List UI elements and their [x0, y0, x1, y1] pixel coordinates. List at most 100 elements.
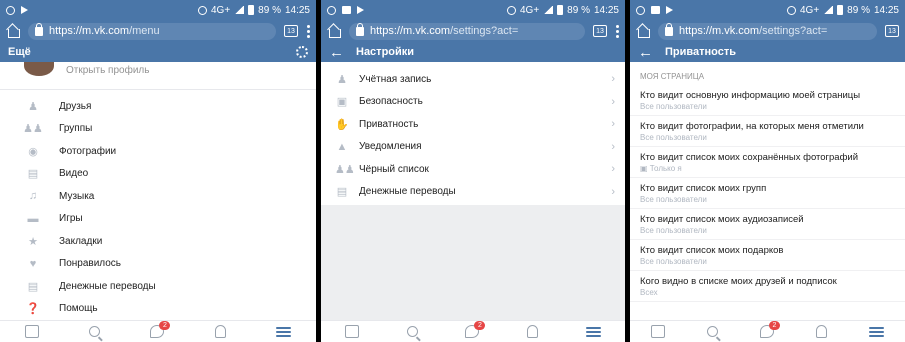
settings-item-notifications[interactable]: ▲ Уведомления ›: [321, 136, 625, 159]
home-icon[interactable]: [327, 24, 341, 38]
more-icon[interactable]: [615, 24, 619, 38]
news-icon[interactable]: [25, 325, 40, 338]
privacy-value: Все пользователи: [640, 102, 707, 111]
search-icon[interactable]: [89, 326, 101, 337]
menu-item-music[interactable]: ♫ Музыка: [0, 185, 316, 208]
privacy-setting[interactable]: Кого видно в списке моих друзей и подпис…: [630, 271, 905, 302]
messages-badge: 2: [159, 321, 171, 330]
menu-item-friends[interactable]: ♟ Друзья: [0, 95, 316, 118]
privacy-setting[interactable]: Кто видит основную информацию моей стран…: [630, 85, 905, 116]
play-icon: [357, 6, 364, 14]
menu-item-groups[interactable]: ♟♟ Группы: [0, 118, 316, 141]
menu-icon[interactable]: [586, 326, 602, 337]
settings-item-money-transfers[interactable]: ▤ Денежные переводы ›: [321, 181, 625, 204]
privacy-value: Все пользователи: [640, 195, 707, 204]
lock-icon: [35, 22, 43, 36]
bottom-nav: 2: [0, 320, 316, 342]
card-icon: ▤: [27, 280, 39, 293]
menu-icon[interactable]: [275, 326, 291, 337]
address-bar[interactable]: https://m.vk.com/settings?act=: [349, 22, 585, 40]
gamepad-icon: ▬: [27, 212, 39, 225]
bell-icon[interactable]: [816, 325, 827, 338]
alarm-icon: [786, 5, 796, 15]
settings-item-security[interactable]: ▣ Безопасность ›: [321, 91, 625, 114]
settings-item-blacklist[interactable]: ♟♟ Чёрный список ›: [321, 158, 625, 181]
menu-item-video[interactable]: ▤ Видео: [0, 163, 316, 186]
privacy-value: Все пользователи: [640, 257, 707, 266]
menu-item-money-transfers[interactable]: ▤ Денежные переводы: [0, 275, 316, 298]
tabs-button[interactable]: 13: [885, 25, 899, 37]
signal-icon: [543, 6, 554, 14]
menu-item-bookmarks[interactable]: ★ Закладки: [0, 230, 316, 253]
status-bar: 4G+ 89 % 14:25: [321, 0, 625, 20]
alarm-icon: [506, 5, 516, 15]
battery-icon: [248, 5, 255, 15]
avatar[interactable]: [24, 62, 54, 76]
menu-item-games[interactable]: ▬ Игры: [0, 208, 316, 231]
battery-level: 89 %: [847, 4, 870, 16]
tabs-button[interactable]: 13: [593, 25, 607, 37]
messages-icon[interactable]: 2: [760, 321, 780, 338]
bell-icon[interactable]: [214, 325, 226, 338]
messages-icon[interactable]: 2: [150, 321, 171, 338]
privacy-setting[interactable]: Кто видит список моих подарков Все пользо…: [630, 240, 905, 271]
browser-toolbar: https://m.vk.com/settings?act= 13: [630, 20, 905, 42]
profile-link[interactable]: Открыть профиль: [0, 62, 316, 90]
menu-content: Открыть профиль ♟ Друзья ♟♟ Группы ◉ Фотогр…: [0, 62, 316, 320]
groups-icon: ♟♟: [23, 123, 43, 136]
search-icon[interactable]: [707, 326, 718, 337]
menu-item-photos[interactable]: ◉ Фотографии: [0, 140, 316, 163]
address-bar[interactable]: https://m.vk.com/settings?act=: [658, 22, 877, 40]
play-icon: [666, 6, 673, 14]
more-icon[interactable]: [306, 24, 310, 38]
signal-icon: [234, 6, 245, 14]
news-icon[interactable]: [651, 325, 665, 338]
tabs-button[interactable]: 13: [284, 25, 298, 37]
menu-item-liked[interactable]: ♥ Понравилось: [0, 253, 316, 276]
privacy-setting[interactable]: Кто видит фотографии, на которых меня от…: [630, 116, 905, 147]
browser-toolbar: https://m.vk.com/menu 13: [0, 20, 316, 42]
address-bar[interactable]: https://m.vk.com/menu: [28, 22, 276, 40]
menu-item-help[interactable]: ❓ Помощь: [0, 298, 316, 321]
page-title: Ещё: [8, 46, 31, 58]
messages-icon[interactable]: 2: [465, 321, 486, 338]
search-icon[interactable]: [406, 326, 418, 337]
url-path: /settings?act=: [450, 25, 519, 37]
privacy-setting[interactable]: Кто видит список моих аудиозаписей Все по…: [630, 209, 905, 240]
chevron-right-icon: ›: [611, 73, 615, 86]
chevron-right-icon: ›: [611, 185, 615, 198]
back-arrow-icon[interactable]: ←: [638, 45, 653, 60]
menu-item-label: Понравилось: [59, 258, 122, 270]
bell-icon: ▲: [336, 140, 348, 153]
menu-item-label: Закладки: [59, 235, 103, 247]
app-header: ← Приватность: [630, 42, 905, 62]
privacy-question: Кто видит список моих аудиозаписей: [640, 214, 804, 225]
settings-content: ♟ Учётная запись › ▣ Безопасность › ✋ Приватн…: [321, 62, 625, 320]
empty-area: [321, 205, 625, 320]
menu-item-label: Игры: [59, 213, 83, 225]
privacy-value: Все пользователи: [640, 226, 707, 235]
privacy-setting[interactable]: Кто видит список моих сохранённых фотогр…: [630, 147, 905, 178]
clock: 14:25: [873, 4, 899, 16]
battery-level: 89 %: [567, 4, 590, 16]
settings-item-account[interactable]: ♟ Учётная запись ›: [321, 68, 625, 91]
back-arrow-icon[interactable]: ←: [329, 45, 344, 60]
camera-icon: ◉: [28, 145, 38, 158]
privacy-question: Кто видит основную информацию моей стран…: [640, 90, 861, 101]
browser-toolbar: https://m.vk.com/settings?act= 13: [321, 20, 625, 42]
gear-icon[interactable]: [296, 46, 308, 58]
section-title: Моя страница: [640, 72, 705, 81]
privacy-content: Моя страница Кто видит основную информац…: [630, 62, 905, 320]
home-icon[interactable]: [6, 24, 20, 38]
chevron-right-icon: ›: [611, 163, 615, 176]
settings-item-privacy[interactable]: ✋ Приватность ›: [321, 113, 625, 136]
menu-item-label: Видео: [59, 168, 89, 180]
home-icon[interactable]: [636, 24, 650, 38]
status-bar: 4G+ 89 % 14:25: [630, 0, 905, 20]
menu-icon[interactable]: [869, 326, 884, 337]
open-profile-label: Открыть профиль: [66, 65, 150, 76]
privacy-setting[interactable]: Кто видит список моих групп Все пользоват…: [630, 178, 905, 209]
video-icon: ▤: [27, 168, 39, 181]
bell-icon[interactable]: [527, 325, 539, 338]
news-icon[interactable]: [344, 325, 359, 338]
